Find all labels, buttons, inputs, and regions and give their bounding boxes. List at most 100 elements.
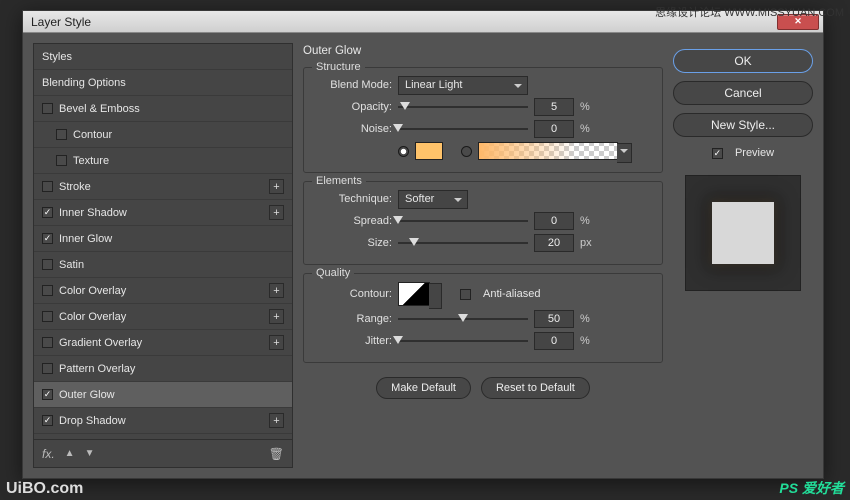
checkbox-icon[interactable] (42, 233, 53, 244)
opacity-input[interactable]: 5 (534, 98, 574, 116)
move-up-icon[interactable]: ▲ (65, 448, 75, 459)
checkbox-icon[interactable] (42, 285, 53, 296)
add-effect-icon[interactable]: + (269, 309, 284, 324)
checkbox-icon[interactable] (42, 337, 53, 348)
technique-dropdown[interactable]: Softer (398, 190, 468, 209)
style-item-bevel-emboss[interactable]: Bevel & Emboss (34, 96, 292, 122)
jitter-input[interactable]: 0 (534, 332, 574, 350)
color-radio[interactable] (398, 146, 409, 157)
checkbox-icon[interactable] (42, 389, 53, 400)
checkbox-icon[interactable] (56, 129, 67, 140)
action-column: OK Cancel New Style... Preview (673, 43, 813, 468)
styles-column: Styles Blending Options Bevel & Emboss C… (33, 43, 293, 468)
gradient-radio[interactable] (461, 146, 472, 157)
layer-style-dialog: Layer Style Styles Blending Options Beve… (22, 10, 824, 479)
checkbox-icon[interactable] (42, 311, 53, 322)
range-slider[interactable] (398, 312, 528, 326)
noise-input[interactable]: 0 (534, 120, 574, 138)
style-item-inner-glow[interactable]: Inner Glow (34, 226, 292, 252)
panel-title: Outer Glow (303, 45, 663, 57)
blend-mode-label: Blend Mode: (314, 79, 392, 91)
opacity-label: Opacity: (314, 101, 392, 113)
size-input[interactable]: 20 (534, 234, 574, 252)
fx-icon[interactable]: fx. (42, 447, 55, 461)
anti-aliased-checkbox[interactable] (460, 289, 471, 300)
trash-icon[interactable]: 🗑 (269, 447, 284, 461)
style-item-texture[interactable]: Texture (34, 148, 292, 174)
range-label: Range: (314, 313, 392, 325)
preview-label: Preview (735, 147, 774, 159)
style-item-inner-shadow[interactable]: Inner Shadow+ (34, 200, 292, 226)
checkbox-icon[interactable] (42, 363, 53, 374)
new-style-button[interactable]: New Style... (673, 113, 813, 137)
group-label: Elements (312, 175, 366, 187)
styles-footer: fx. ▲ ▼ 🗑 (33, 440, 293, 468)
technique-label: Technique: (314, 193, 392, 205)
unit-label: % (580, 313, 598, 325)
group-label: Quality (312, 267, 354, 279)
gradient-swatch[interactable] (478, 142, 618, 160)
range-input[interactable]: 50 (534, 310, 574, 328)
spread-slider[interactable] (398, 214, 528, 228)
add-effect-icon[interactable]: + (269, 335, 284, 350)
checkbox-icon[interactable] (42, 415, 53, 426)
unit-label: % (580, 215, 598, 227)
quality-group: Quality Contour: Anti-aliased Range: 50 … (303, 273, 663, 363)
unit-label: px (580, 237, 598, 249)
add-effect-icon[interactable]: + (269, 283, 284, 298)
style-item-pattern-overlay[interactable]: Pattern Overlay (34, 356, 292, 382)
style-item-satin[interactable]: Satin (34, 252, 292, 278)
add-effect-icon[interactable]: + (269, 413, 284, 428)
checkbox-icon[interactable] (42, 259, 53, 270)
move-down-icon[interactable]: ▼ (85, 448, 95, 459)
jitter-label: Jitter: (314, 335, 392, 347)
spread-input[interactable]: 0 (534, 212, 574, 230)
structure-group: Structure Blend Mode: Linear Light Opaci… (303, 67, 663, 173)
contour-picker[interactable] (398, 282, 430, 306)
ok-button[interactable]: OK (673, 49, 813, 73)
checkbox-icon[interactable] (56, 155, 67, 166)
preview-thumbnail (685, 175, 801, 291)
noise-label: Noise: (314, 123, 392, 135)
elements-group: Elements Technique: Softer Spread: 0 % S… (303, 181, 663, 265)
jitter-slider[interactable] (398, 334, 528, 348)
styles-header[interactable]: Styles (34, 44, 292, 70)
group-label: Structure (312, 61, 365, 73)
watermark-bottom-left: UiBO.com (6, 480, 83, 498)
preview-checkbox[interactable] (712, 148, 723, 159)
watermark-top: 思缘设计论坛 WWW.MISSYUAN.COM (655, 4, 844, 20)
styles-list: Styles Blending Options Bevel & Emboss C… (33, 43, 293, 440)
noise-slider[interactable] (398, 122, 528, 136)
opacity-slider[interactable] (398, 100, 528, 114)
style-item-drop-shadow[interactable]: Drop Shadow+ (34, 408, 292, 434)
make-default-button[interactable]: Make Default (376, 377, 471, 399)
style-item-color-overlay[interactable]: Color Overlay+ (34, 278, 292, 304)
style-item-gradient-overlay[interactable]: Gradient Overlay+ (34, 330, 292, 356)
style-item-stroke[interactable]: Stroke+ (34, 174, 292, 200)
cancel-button[interactable]: Cancel (673, 81, 813, 105)
anti-aliased-label: Anti-aliased (483, 288, 540, 300)
reset-to-default-button[interactable]: Reset to Default (481, 377, 590, 399)
unit-label: % (580, 335, 598, 347)
contour-label: Contour: (314, 288, 392, 300)
settings-column: Outer Glow Structure Blend Mode: Linear … (303, 43, 663, 468)
color-swatch[interactable] (415, 142, 443, 160)
checkbox-icon[interactable] (42, 207, 53, 218)
style-item-outer-glow[interactable]: Outer Glow (34, 382, 292, 408)
checkbox-icon[interactable] (42, 181, 53, 192)
add-effect-icon[interactable]: + (269, 179, 284, 194)
dialog-title: Layer Style (31, 15, 91, 29)
size-label: Size: (314, 237, 392, 249)
spread-label: Spread: (314, 215, 392, 227)
size-slider[interactable] (398, 236, 528, 250)
blend-mode-dropdown[interactable]: Linear Light (398, 76, 528, 95)
style-item-color-overlay-2[interactable]: Color Overlay+ (34, 304, 292, 330)
checkbox-icon[interactable] (42, 103, 53, 114)
add-effect-icon[interactable]: + (269, 205, 284, 220)
style-item-contour[interactable]: Contour (34, 122, 292, 148)
preview-swatch (712, 202, 774, 264)
unit-label: % (580, 101, 598, 113)
unit-label: % (580, 123, 598, 135)
blending-options-header[interactable]: Blending Options (34, 70, 292, 96)
watermark-bottom-right: PS 爱好者 (779, 478, 844, 498)
